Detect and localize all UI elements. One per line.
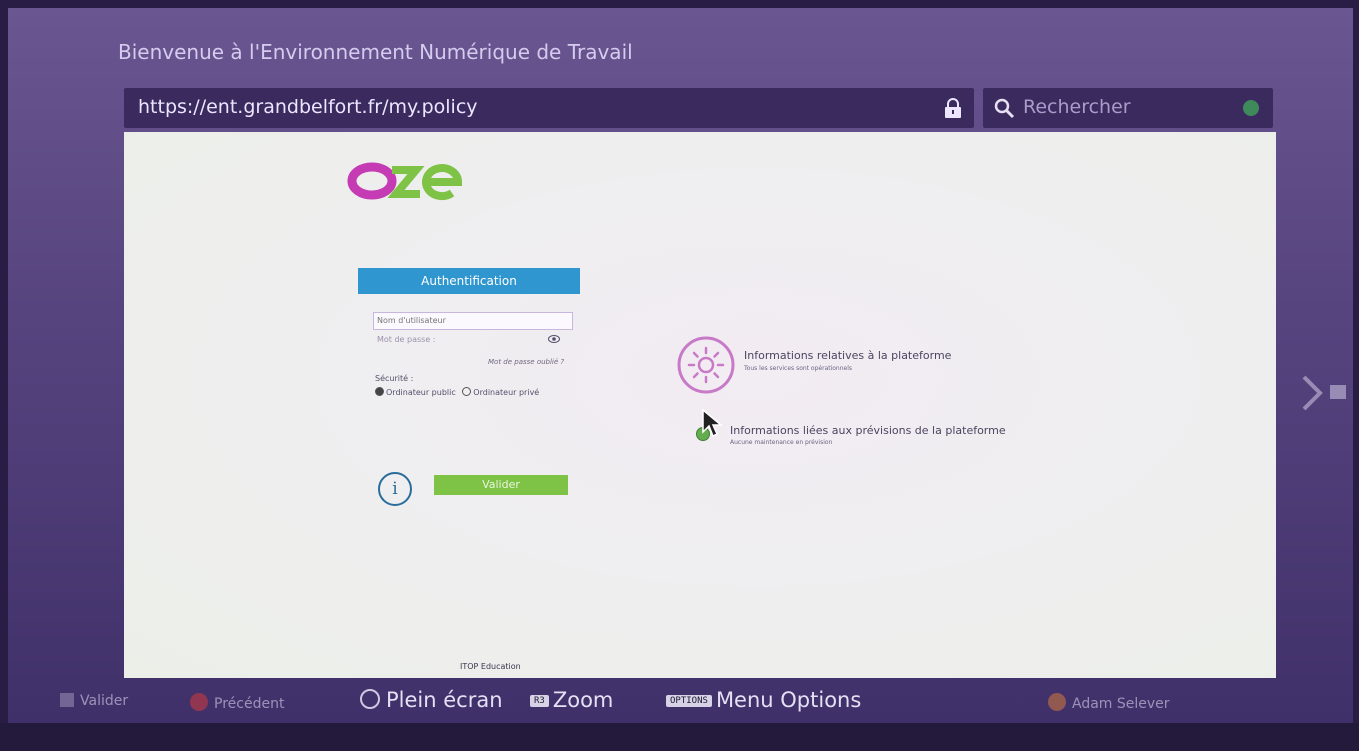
lock-icon [945,98,961,118]
validate-button[interactable]: Valider [434,475,568,495]
mouse-pointer-icon [702,408,723,438]
platform-info-title: Informations relatives à la plateforme [744,349,952,362]
side-panel-icon [1330,385,1346,399]
security-label: Sécurité : [375,374,414,383]
auth-header: Authentification [358,268,580,294]
password-label[interactable]: Mot de passe : [377,335,436,344]
radio-private-label[interactable]: Ordinateur privé [473,388,539,397]
username-input[interactable] [373,312,573,330]
search-status-icon [1243,100,1259,116]
address-bar[interactable]: https://ent.grandbelfort.fr/my.policy [124,88,974,128]
forecast-info-status: Aucune maintenance en prévision [730,439,833,446]
platform-info-status: Tous les services sont opérationnels [744,365,853,372]
user-avatar-icon [1048,693,1066,711]
tv-bezel [0,723,1359,751]
web-content: Authentification Mot de passe : Mot de p… [124,132,1276,678]
radio-public-label[interactable]: Ordinateur public [386,388,456,397]
url-text: https://ent.grandbelfort.fr/my.policy [138,96,478,118]
hint-options: OPTIONS Menu Options [666,688,861,712]
show-password-eye-icon[interactable] [548,334,560,344]
circle-button-icon [190,693,208,711]
search-placeholder: Rechercher [1023,96,1131,118]
info-icon[interactable]: i [378,472,412,506]
oze-logo [347,162,463,201]
platform-status-icon [677,336,735,394]
r3-key-icon: R3 [530,695,549,707]
hint-fullscreen: Plein écran [360,688,503,712]
chevron-right-icon[interactable] [1298,373,1328,413]
controller-hint-bar: Valider Précédent Plein écran R3 Zoom OPT… [8,680,1353,723]
ps4-browser-screen: Bienvenue à l'Environnement Numérique de… [8,8,1353,723]
forecast-info-title: Informations liées aux prévisions de la … [730,424,1006,437]
square-button-icon [360,689,380,709]
radio-private[interactable] [462,387,472,396]
partner-logo: ITOP Education [460,662,521,671]
search-bar[interactable]: Rechercher [983,88,1273,128]
search-icon [994,98,1015,119]
forgot-password-link[interactable]: Mot de passe oublié ? [488,358,564,366]
page-title: Bienvenue à l'Environnement Numérique de… [118,40,633,64]
security-options: Ordinateur public Ordinateur privé [375,387,539,397]
radio-public[interactable] [375,387,384,396]
options-key-icon: OPTIONS [666,695,712,707]
cross-button-icon [60,693,74,707]
user-indicator: Adam Selever [1048,693,1170,712]
hint-zoom: R3 Zoom [530,688,613,712]
hint-select: Valider [60,693,128,709]
hint-back: Précédent [190,693,284,712]
